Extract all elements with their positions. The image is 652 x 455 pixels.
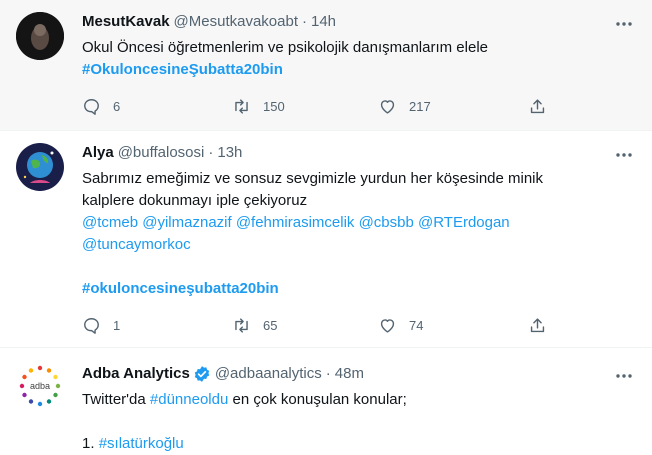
list-number: 1.: [82, 435, 95, 452]
more-options-icon[interactable]: [614, 14, 634, 34]
author-name[interactable]: MesutKavak: [82, 12, 170, 32]
tweet-text: Sabrımız emeğimiz ve sonsuz sevgimizle y…: [82, 168, 622, 300]
reply-icon: [84, 318, 99, 334]
tweet-text-line: Okul Öncesi öğretmenlerim ve psikolojik …: [82, 39, 488, 56]
mention-links[interactable]: @tcmeb @yilmaznazif @fehmirasimcelik @cb…: [82, 212, 622, 234]
tweet-text-line: Sabrımız emeğimiz ve sonsuz sevgimizle y…: [82, 170, 544, 187]
verified-badge-icon: [193, 365, 211, 383]
separator-dot: ·: [325, 365, 331, 382]
separator-dot: ·: [208, 144, 214, 161]
share-button[interactable]: [528, 97, 547, 116]
separator-dot: ·: [302, 13, 307, 30]
tweet-1[interactable]: MesutKavak @Mesutkavakoabt · 14h Okul Ön…: [0, 0, 652, 131]
retweet-icon: [235, 318, 248, 333]
author-name[interactable]: Adba Analytics: [82, 364, 190, 384]
hashtag-link[interactable]: #okuloncesineşubatta20bin: [82, 278, 622, 300]
share-icon: [530, 99, 545, 114]
more-options-icon[interactable]: [614, 145, 634, 165]
reply-button[interactable]: 1: [82, 316, 120, 335]
heart-icon: [380, 100, 395, 114]
profile-photo: [16, 12, 64, 60]
tweet-time[interactable]: 48m: [335, 364, 364, 384]
hashtag-link[interactable]: #OkuloncesineŞubatta20bin: [82, 59, 622, 81]
tweet-actions: 6 150 217: [82, 97, 552, 117]
tweet-text: Twitter'da #dünneoldu en çok konuşulan k…: [82, 389, 622, 455]
reply-count: 1: [113, 318, 121, 333]
tweet-text-line: kalplere dokunmayı iple çekiyoruz: [82, 192, 308, 209]
avatar[interactable]: [16, 12, 64, 60]
like-count: 217: [409, 99, 431, 114]
tweet-actions: 1 65 74: [82, 316, 552, 336]
reply-button[interactable]: 6: [82, 97, 120, 116]
text-prefix: Twitter'da: [82, 391, 146, 408]
retweet-button[interactable]: 150: [232, 97, 285, 116]
share-button[interactable]: [528, 316, 547, 335]
like-button[interactable]: 74: [378, 316, 423, 335]
author-name[interactable]: Alya: [82, 143, 114, 163]
retweet-button[interactable]: 65: [232, 316, 277, 335]
list-item: 1. #sılatürkoğlu: [82, 433, 622, 455]
hashtag-link[interactable]: #sılatürkoğlu: [99, 435, 184, 452]
author-handle[interactable]: @adbaanalytics: [215, 364, 322, 384]
tweet-2[interactable]: Alya @buffalososi · 13h Sabrımız emeğimi…: [0, 131, 652, 348]
like-button[interactable]: 217: [378, 97, 431, 116]
reply-count: 6: [113, 99, 121, 114]
avatar[interactable]: [16, 143, 64, 191]
heart-icon: [380, 319, 395, 333]
more-options-icon[interactable]: [614, 366, 634, 386]
tweet-time[interactable]: 14h: [311, 12, 336, 32]
svg-text:adba: adba: [30, 381, 50, 391]
retweet-count: 65: [263, 318, 278, 333]
like-count: 74: [409, 318, 424, 333]
profile-photo: [16, 143, 64, 191]
retweet-count: 150: [263, 99, 285, 114]
reply-icon: [84, 99, 99, 115]
tweet-text: Okul Öncesi öğretmenlerim ve psikolojik …: [82, 37, 622, 81]
tweet-text-line: Twitter'da #dünneoldu en çok konuşulan k…: [82, 389, 622, 411]
retweet-icon: [235, 99, 248, 114]
avatar[interactable]: adba: [16, 362, 64, 410]
adba-logo: adba: [16, 362, 64, 410]
share-icon: [530, 318, 545, 333]
text-suffix: en çok konuşulan konular;: [232, 391, 407, 408]
mention-links[interactable]: @tuncaymorkoc: [82, 234, 622, 256]
tweet-time[interactable]: 13h: [217, 143, 242, 163]
tweet-3[interactable]: adba Adba Analytics @adbaanalytics · 48m…: [0, 348, 652, 454]
author-handle[interactable]: @buffalososi: [118, 143, 205, 163]
author-handle[interactable]: @Mesutkavakoabt: [174, 12, 298, 32]
hashtag-link[interactable]: #dünneoldu: [150, 391, 228, 408]
